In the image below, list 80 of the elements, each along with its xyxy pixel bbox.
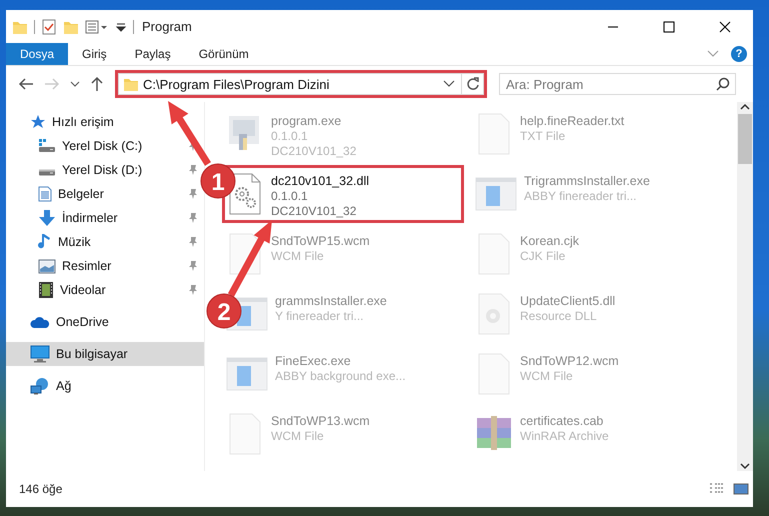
ribbon-tab[interactable]: Dosya	[6, 43, 68, 65]
sidebar-item[interactable]: OneDrive	[6, 310, 204, 334]
scrollbar-thumb[interactable]	[738, 114, 752, 164]
sidebar-item[interactable]: Bu bilgisayar	[6, 342, 204, 366]
scrollbar[interactable]	[737, 102, 753, 471]
file-detail: CJK File	[520, 249, 566, 263]
file-name[interactable]: TrigrammsInstaller.exe	[524, 174, 650, 188]
file-name[interactable]: SndToWP13.wcm	[271, 414, 370, 428]
large-icons-view-icon[interactable]	[733, 482, 749, 496]
file-name[interactable]: FineExec.exe	[275, 354, 406, 368]
chevron-down-icon[interactable]	[70, 79, 80, 89]
folder-icon	[123, 76, 139, 92]
file-name[interactable]: SndToWP15.wcm	[271, 234, 370, 248]
file-detail: Y finereader tri...	[275, 309, 364, 323]
monitor-icon	[30, 345, 50, 363]
sidebar-item[interactable]: Ağ	[6, 374, 204, 398]
file-detail: WinRAR Archive	[520, 429, 609, 443]
sidebar-item[interactable]: İndirmeler	[6, 206, 204, 230]
music-note-icon	[38, 233, 52, 251]
checklist-icon[interactable]	[41, 18, 57, 34]
file-detail: Resource DLL	[520, 309, 598, 323]
search-field[interactable]: Ara: Program	[499, 73, 736, 95]
ribbon-tab[interactable]: Paylaş	[120, 43, 185, 65]
up-arrow-icon[interactable]	[90, 76, 104, 92]
callout-arrow	[168, 101, 211, 166]
file-detail: DC210V101_32	[271, 204, 358, 218]
network-icon	[30, 377, 50, 395]
address-bar[interactable]: C:\Program Files\Program Dizini	[118, 73, 484, 95]
ribbon-tab[interactable]: Giriş	[68, 43, 121, 65]
file-name[interactable]: Korean.cjk	[520, 234, 580, 248]
pin-icon[interactable]	[188, 164, 198, 176]
properties-icon[interactable]	[85, 18, 109, 34]
chevron-down-icon[interactable]	[740, 461, 750, 471]
chevron-up-icon[interactable]	[740, 102, 750, 112]
chevron-down-icon[interactable]	[443, 79, 455, 89]
sidebar-item[interactable]: Müzik	[6, 230, 204, 254]
pin-icon[interactable]	[188, 188, 198, 200]
step-number-badge: 2	[206, 294, 242, 328]
window-title: Program	[142, 19, 192, 34]
file-detail: WCM File	[271, 429, 325, 443]
minimize-icon	[608, 26, 618, 28]
drive-icon	[38, 169, 56, 176]
file-detail: ABBY finereader tri...	[524, 189, 638, 203]
file-name[interactable]: certificates.cab	[520, 414, 609, 428]
file-detail: DC210V101_32	[271, 144, 356, 158]
star-icon	[30, 114, 46, 130]
file-detail: 0.1.0.1	[271, 129, 309, 143]
maximize-icon	[661, 20, 677, 34]
item-count: 146 öğe	[19, 482, 62, 496]
file-detail: TXT File	[520, 129, 566, 143]
file-name[interactable]: UpdateClient5.dll	[520, 294, 616, 308]
drive-icon	[38, 138, 56, 154]
down-arrow-icon	[38, 209, 56, 227]
file-name[interactable]: grammsInstaller.exe	[275, 294, 387, 308]
pin-icon[interactable]	[188, 284, 198, 296]
pin-icon[interactable]	[188, 236, 198, 248]
file-detail: 0.1.0.1	[271, 189, 309, 203]
file-name[interactable]: dc210v101_32.dll	[271, 174, 369, 188]
search-icon	[716, 77, 730, 91]
file-name[interactable]: help.fineReader.txt	[520, 114, 624, 128]
file-detail: WCM File	[271, 249, 325, 263]
close-icon	[717, 20, 733, 34]
file-name[interactable]: program.exe	[271, 114, 356, 128]
refresh-icon	[466, 77, 480, 91]
file-detail: WCM File	[520, 369, 574, 383]
pin-icon[interactable]	[188, 212, 198, 224]
film-icon	[38, 281, 54, 299]
step-number-badge: 1	[200, 164, 236, 198]
document-icon	[38, 186, 52, 202]
sidebar-item[interactable]: Videolar	[6, 278, 204, 302]
back-arrow-icon[interactable]	[18, 77, 34, 91]
file-detail: ABBY background exe...	[275, 369, 406, 383]
sidebar-item[interactable]: Hızlı erişim	[6, 110, 204, 134]
file-name[interactable]: SndToWP12.wcm	[520, 354, 619, 368]
ribbon-tab[interactable]: Görünüm	[184, 43, 263, 65]
cloud-icon	[30, 315, 50, 329]
help-button[interactable]: ?	[731, 46, 747, 62]
pin-icon[interactable]	[188, 260, 198, 272]
picture-icon	[38, 258, 56, 274]
sidebar-item[interactable]: Resimler	[6, 254, 204, 278]
